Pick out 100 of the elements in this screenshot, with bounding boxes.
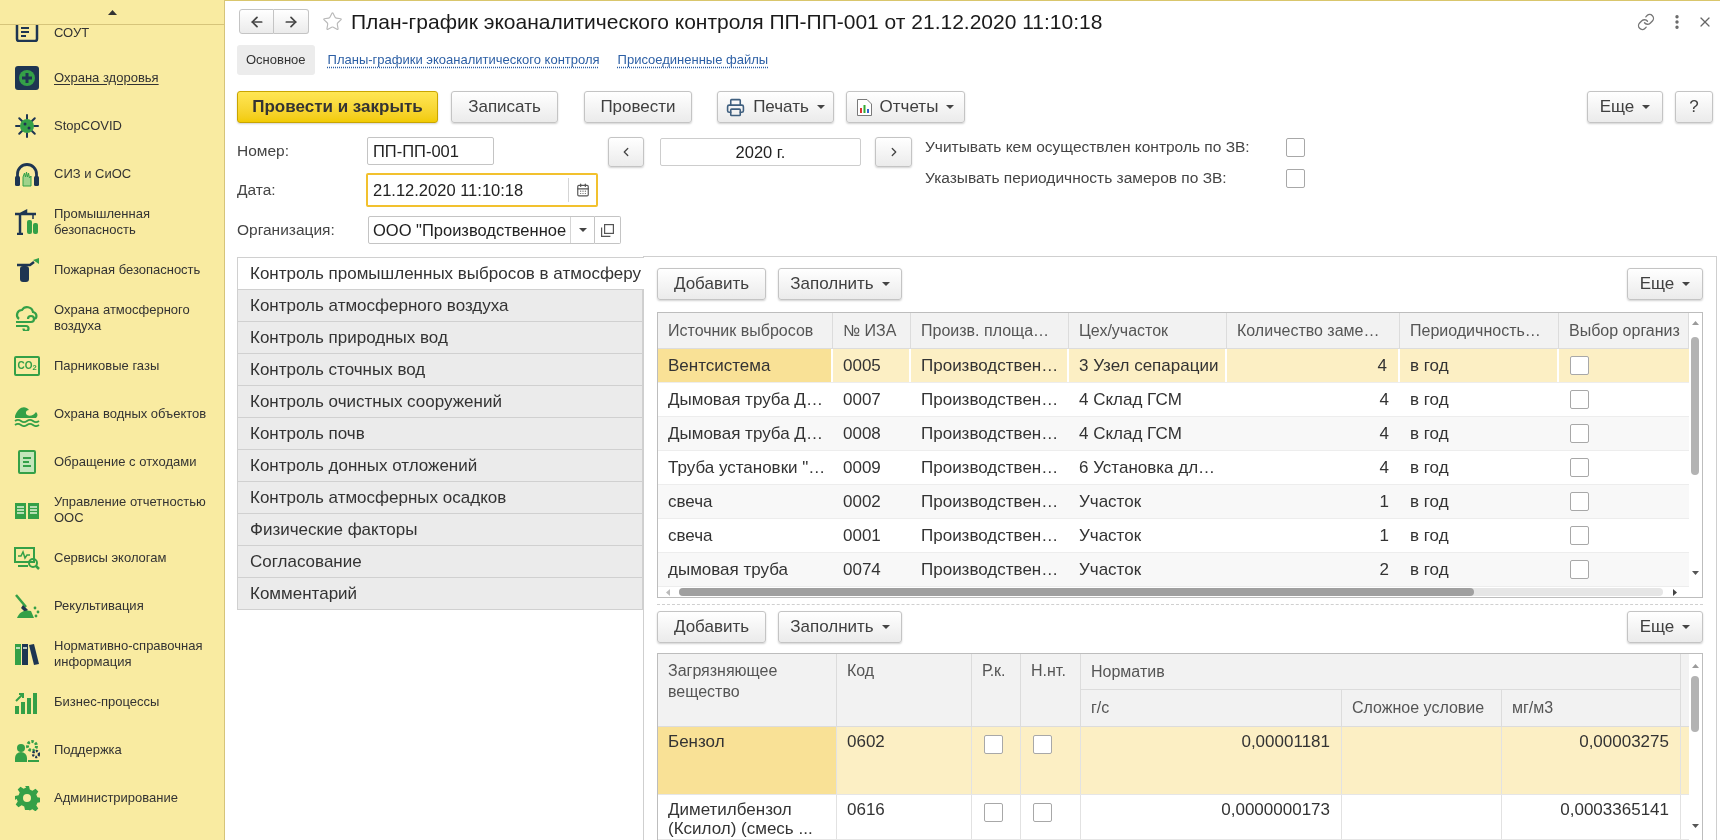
form-link[interactable]: Планы-графики экоаналитического контроля — [327, 50, 600, 70]
column-header[interactable]: Источник выбросов — [658, 313, 833, 348]
column-header[interactable]: Загрязняющее вещество — [658, 654, 837, 726]
checkbox[interactable] — [1570, 492, 1589, 511]
section-link[interactable]: Пожарная безопасность — [54, 262, 201, 278]
section-link[interactable]: Бизнес-процессы — [54, 694, 160, 710]
column-header[interactable]: Н.нт. — [1021, 654, 1081, 726]
section-link[interactable]: Сервисы экологам — [54, 550, 167, 566]
scrollbar-track[interactable] — [679, 588, 1663, 596]
section-link[interactable]: Охрана здоровья — [54, 70, 159, 86]
section-tab[interactable]: Контроль почв — [237, 417, 643, 450]
save-button[interactable]: Записать — [451, 91, 558, 123]
table-row[interactable]: дымовая труба 0074 Производствен… Участок 2 в год — [658, 553, 1689, 587]
forward-button[interactable] — [274, 9, 309, 34]
section-link[interactable]: Управление отчетностью ООС — [54, 494, 214, 526]
section-link[interactable]: Обращение с отходами — [54, 454, 197, 470]
organization-field[interactable]: ООО "Производственное — [368, 216, 595, 244]
checkbox[interactable] — [984, 735, 1003, 754]
section-link[interactable]: Охрана атмосферного воздуха — [54, 302, 214, 334]
table-row[interactable]: Вентсистема 0005 Производствен… 3 Узел сепарации 4 в год — [658, 349, 1689, 383]
checkbox[interactable] — [1033, 803, 1052, 822]
checkbox[interactable] — [984, 803, 1003, 822]
post-and-close-button[interactable]: Провести и закрыть — [237, 91, 438, 123]
section-tab[interactable]: Согласование — [237, 545, 643, 578]
section-tab[interactable]: Контроль природных вод — [237, 321, 643, 354]
section-link[interactable]: StopCOVID — [54, 118, 122, 134]
more-button[interactable]: Еще — [1587, 91, 1663, 123]
scroll-up-icon[interactable] — [1691, 321, 1699, 325]
column-header[interactable]: № ИЗА — [833, 313, 911, 348]
link-icon[interactable] — [1637, 12, 1655, 31]
help-button[interactable]: ? — [1675, 91, 1713, 123]
column-header[interactable]: мг/м3 — [1502, 690, 1681, 726]
scroll-up-icon[interactable] — [1691, 664, 1699, 668]
section-link[interactable]: Администрирование — [54, 790, 178, 806]
column-header[interactable]: Цех/участок — [1069, 313, 1227, 348]
back-button[interactable] — [239, 9, 274, 34]
period-field[interactable]: 2020 г. — [660, 138, 861, 166]
star-icon[interactable] — [322, 11, 343, 32]
column-header[interactable]: Выбор организ — [1559, 313, 1689, 348]
section-link[interactable]: Нормативно-справочная информация — [54, 638, 214, 670]
print-button[interactable]: Печать — [717, 91, 834, 123]
scroll-down-icon[interactable] — [1691, 824, 1699, 828]
section-tab[interactable]: Контроль сточных вод — [237, 353, 643, 386]
scrollbar-thumb[interactable] — [1691, 337, 1699, 475]
section-link[interactable]: Охрана водных объектов — [54, 406, 207, 422]
checkbox[interactable] — [1570, 526, 1589, 545]
checkbox[interactable] — [1570, 424, 1589, 443]
table-cell-text: Производствен… — [920, 422, 1060, 445]
section-link[interactable]: СОУТ — [54, 25, 90, 41]
table-row[interactable]: свеча 0002 Производствен… Участок 1 в год — [658, 485, 1689, 519]
form-tab[interactable]: Основное — [237, 45, 315, 75]
scroll-down-icon[interactable] — [1691, 571, 1699, 575]
date-field[interactable]: 21.12.2020 11:10:18 — [366, 173, 598, 207]
column-header[interactable]: Сложное условие — [1342, 690, 1502, 726]
section-tab[interactable]: Контроль промышленных выбросов в атмосферу — [237, 257, 644, 290]
next-period-button[interactable] — [875, 137, 912, 167]
more-button[interactable]: Еще — [1627, 611, 1703, 643]
checkbox[interactable] — [1570, 458, 1589, 477]
table-row[interactable]: Диметилбензол (Ксилол) (смесь ... 0616 0,0000000173 0,0003365141 — [658, 795, 1689, 840]
table-row[interactable]: Дымовая труба Д… 0008 Производствен… 4 Склад ГСМ 4 в год — [658, 417, 1689, 451]
column-header[interactable]: Р.к. — [972, 654, 1021, 726]
checkbox[interactable] — [1570, 390, 1589, 409]
section-tab[interactable]: Контроль донных отложений — [237, 449, 643, 482]
form-link[interactable]: Присоединенные файлы — [617, 50, 769, 70]
fill-button[interactable]: Заполнить — [778, 611, 902, 643]
column-header[interactable]: г/с — [1081, 690, 1342, 726]
more-button[interactable]: Еще — [1627, 268, 1703, 300]
reports-button[interactable]: Отчеты — [846, 91, 965, 123]
column-header[interactable]: Произв. площа… — [911, 313, 1069, 348]
section-link[interactable]: Парниковые газы — [54, 358, 160, 374]
table-cell: 0,00001181 — [1081, 727, 1342, 794]
checkbox[interactable] — [1570, 560, 1589, 579]
section-link[interactable]: Промышленная безопасность — [54, 206, 214, 238]
column-header[interactable]: Количество заме… — [1227, 313, 1400, 348]
checkbox[interactable] — [1286, 137, 1305, 157]
number-field[interactable]: ПП-ПП-001 — [367, 137, 494, 165]
fill-button[interactable]: Заполнить — [778, 268, 902, 300]
section-link[interactable]: Поддержка — [54, 742, 122, 758]
checkbox[interactable] — [1570, 356, 1589, 375]
column-header[interactable]: Периодичность… — [1400, 313, 1559, 348]
table-row[interactable]: Бензол 0602 0,00001181 0,00003275 — [658, 727, 1689, 795]
section-link[interactable]: Рекультивация — [54, 598, 144, 614]
section-tab[interactable]: Контроль атмосферных осадков — [237, 481, 643, 514]
post-button[interactable]: Провести — [584, 91, 692, 123]
section-tab[interactable]: Контроль очистных сооружений — [237, 385, 643, 418]
section-tab[interactable]: Физические факторы — [237, 513, 643, 546]
column-header[interactable]: Код — [837, 654, 972, 726]
calendar-icon[interactable] — [575, 183, 590, 197]
scrollbar-thumb[interactable] — [1691, 676, 1699, 732]
scroll-right-icon[interactable] — [1673, 588, 1677, 596]
scrollbar-thumb[interactable] — [679, 588, 1474, 596]
section-tab[interactable]: Комментарий — [237, 577, 643, 610]
scroll-left-icon[interactable] — [666, 588, 670, 596]
section-link[interactable]: СИЗ и СиОС — [54, 166, 132, 182]
add-button[interactable]: Добавить — [657, 268, 766, 300]
open-button[interactable] — [595, 216, 621, 244]
previous-period-button[interactable] — [608, 137, 644, 167]
checkbox[interactable] — [1033, 735, 1052, 754]
add-button[interactable]: Добавить — [657, 611, 766, 643]
checkbox[interactable] — [1286, 168, 1305, 188]
